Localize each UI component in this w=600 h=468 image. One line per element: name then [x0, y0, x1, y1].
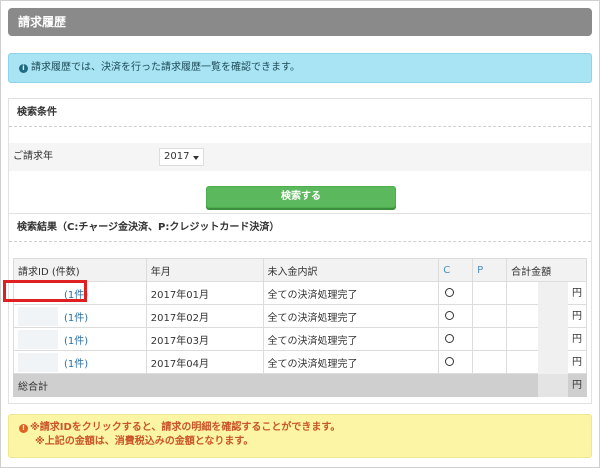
- redacted-amount: [538, 351, 568, 374]
- redacted-amount: [538, 328, 568, 351]
- circle-icon: [445, 356, 455, 366]
- warning-icon: !: [19, 424, 28, 433]
- charge-cell: [438, 304, 474, 328]
- column-header-c: C: [438, 258, 474, 282]
- card-cell: [472, 281, 508, 305]
- charge-cell: [438, 327, 474, 351]
- redacted-id: [18, 330, 58, 349]
- column-header-status: 未入金内訳: [262, 258, 440, 282]
- notice-line-2: ※上記の金額は、消費税込みの金額となります。: [35, 436, 254, 447]
- page-title: 請求履歴: [8, 8, 592, 36]
- year-select[interactable]: 2017: [159, 148, 204, 166]
- amount-cell: 円: [506, 281, 587, 305]
- year-select-value: 2017: [164, 151, 190, 162]
- invoice-count[interactable]: (1件): [64, 336, 88, 347]
- card-cell: [472, 350, 508, 374]
- amount-cell: 円: [506, 350, 587, 374]
- charge-cell: [438, 350, 474, 374]
- column-header-amount: 合計金額: [506, 258, 587, 282]
- info-message: i 請求履歴では、決済を行った請求履歴一覧を確認できます。: [8, 53, 592, 83]
- search-conditions-panel: 検索条件 ご請求年 2017 検索する: [8, 98, 592, 214]
- status-cell: 全ての決済処理完了: [262, 304, 440, 328]
- total-label: 総合計: [12, 373, 508, 397]
- table-row: (1件) 2017年01月 全ての決済処理完了 円: [13, 281, 587, 305]
- invoice-count[interactable]: (1件): [64, 313, 88, 324]
- month-cell: 2017年03月: [145, 327, 264, 351]
- invoice-id-link[interactable]: (1件): [13, 304, 147, 328]
- chevron-down-icon: [193, 156, 199, 160]
- month-cell: 2017年01月: [145, 281, 264, 305]
- redacted-id: [18, 353, 58, 372]
- search-conditions-title: 検索条件: [9, 99, 591, 127]
- total-row: 総合計 円: [12, 373, 587, 397]
- search-results-title: 検索結果（C:チャージ金決済、P:クレジットカード決済）: [9, 214, 591, 242]
- search-results-panel: 検索結果（C:チャージ金決済、P:クレジットカード決済） 請求ID (件数) 年…: [8, 214, 592, 404]
- column-header-p: P: [472, 258, 508, 282]
- status-cell: 全ての決済処理完了: [262, 327, 440, 351]
- column-header-id: 請求ID (件数): [13, 258, 147, 282]
- notice-line-1: ! ※請求IDをクリックすると、請求の明細を確認することができます。: [19, 421, 591, 435]
- search-button[interactable]: 検索する: [206, 186, 396, 208]
- amount-cell: 円: [506, 327, 587, 351]
- billing-history-table: 請求ID (件数) 年月 未入金内訳 C P 合計金額 (1件) 2017年01…: [12, 258, 587, 397]
- info-icon: i: [19, 64, 28, 73]
- amount-cell: 円: [506, 304, 587, 328]
- month-cell: 2017年04月: [145, 350, 264, 374]
- circle-icon: [445, 287, 455, 297]
- table-row: (1件) 2017年02月 全ての決済処理完了 円: [13, 304, 587, 328]
- redacted-amount: [538, 305, 568, 328]
- yen-unit: 円: [572, 311, 582, 322]
- status-cell: 全ての決済処理完了: [262, 350, 440, 374]
- card-cell: [472, 327, 508, 351]
- highlight-annotation: [3, 280, 87, 302]
- charge-cell: [438, 281, 474, 305]
- yen-unit: 円: [572, 288, 582, 299]
- redacted-amount: [538, 282, 568, 305]
- total-yen-unit: 円: [572, 380, 582, 391]
- column-header-month: 年月: [145, 258, 264, 282]
- invoice-count[interactable]: (1件): [64, 359, 88, 370]
- invoice-id-link[interactable]: (1件): [13, 350, 147, 374]
- circle-icon: [445, 310, 455, 320]
- redacted-total: [538, 374, 568, 397]
- yen-unit: 円: [572, 334, 582, 345]
- total-amount-cell: 円: [506, 373, 587, 397]
- yen-unit: 円: [572, 357, 582, 368]
- notice-text-1: ※請求IDをクリックすると、請求の明細を確認することができます。: [30, 422, 341, 433]
- info-text: 請求履歴では、決済を行った請求履歴一覧を確認できます。: [31, 62, 300, 73]
- invoice-id-link[interactable]: (1件): [13, 327, 147, 351]
- table-row: (1件) 2017年04月 全ての決済処理完了 円: [13, 350, 587, 374]
- table-header-row: 請求ID (件数) 年月 未入金内訳 C P 合計金額: [13, 258, 587, 282]
- table-row: (1件) 2017年03月 全ての決済処理完了 円: [13, 327, 587, 351]
- card-cell: [472, 304, 508, 328]
- year-filter-row: ご請求年 2017: [9, 143, 591, 171]
- circle-icon: [445, 333, 455, 343]
- month-cell: 2017年02月: [145, 304, 264, 328]
- year-label: ご請求年: [13, 151, 53, 162]
- redacted-id: [18, 307, 58, 326]
- status-cell: 全ての決済処理完了: [262, 281, 440, 305]
- notice-box: ! ※請求IDをクリックすると、請求の明細を確認することができます。 ※上記の金額…: [8, 414, 592, 458]
